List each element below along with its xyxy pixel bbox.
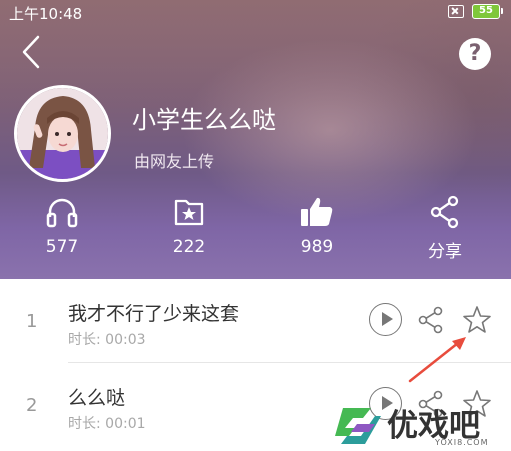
status-time: 上午10:48 <box>9 5 83 23</box>
track-duration: 时长: 00:03 <box>68 332 146 348</box>
favorite-count-button[interactable]: 222 <box>149 195 229 257</box>
avatar-image <box>17 88 108 179</box>
star-icon[interactable] <box>462 305 492 335</box>
headphones-icon <box>46 198 78 228</box>
no-sim-icon <box>448 5 464 18</box>
watermark-url: YOXI8.COM <box>435 438 489 447</box>
track-title: 我才不行了少来这套 <box>68 303 240 325</box>
status-bar: 上午10:48 55 <box>0 0 511 26</box>
watermark: 优戏吧 YOXI8.COM <box>333 400 511 451</box>
share-icon <box>430 195 459 229</box>
play-button[interactable] <box>369 303 402 336</box>
thumbs-up-icon <box>301 197 333 226</box>
stats-bar: 577 222 989 分享 <box>0 195 511 270</box>
track-duration: 时长: 00:01 <box>68 416 146 432</box>
listen-count-button[interactable]: 577 <box>22 195 102 257</box>
chevron-left-icon <box>22 35 40 69</box>
track-title: 么么哒 <box>68 387 126 409</box>
back-button[interactable] <box>18 34 46 70</box>
profile-header: 上午10:48 55 ? 小学生么么哒 由网友上传 577 222 989 分享 <box>0 0 511 279</box>
like-count-button[interactable]: 989 <box>277 195 357 257</box>
annotation-arrow-icon <box>408 337 466 383</box>
share-label: 分享 <box>428 242 462 262</box>
like-count: 989 <box>300 237 334 257</box>
star-badge-icon <box>174 199 204 226</box>
favorite-count: 222 <box>172 237 206 257</box>
watermark-logo-icon <box>335 408 381 444</box>
track-index: 2 <box>26 395 38 416</box>
battery-icon: 55 <box>472 4 503 19</box>
question-mark-icon: ? <box>468 41 482 66</box>
avatar[interactable] <box>14 85 111 182</box>
track-index: 1 <box>26 311 38 332</box>
help-button[interactable]: ? <box>459 38 491 70</box>
listen-count: 577 <box>45 237 79 257</box>
uploader-name: 小学生么么哒 <box>132 106 276 134</box>
uploader-subtitle: 由网友上传 <box>134 152 215 171</box>
share-icon[interactable] <box>416 305 446 335</box>
share-button[interactable]: 分享 <box>405 195 485 262</box>
